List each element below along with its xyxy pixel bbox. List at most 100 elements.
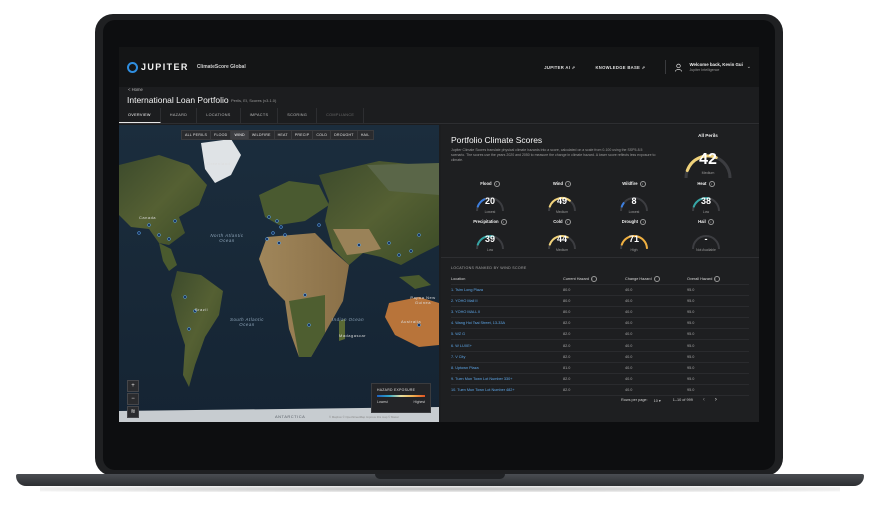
peril-filter-hail[interactable]: HAIL <box>358 131 373 139</box>
peril-score-flood[interactable]: Flood i 20 Lowest <box>455 181 525 217</box>
location-link[interactable]: 5. WZ G <box>451 332 563 336</box>
chevron-down-icon[interactable]: ⌄ <box>747 64 751 70</box>
table-row[interactable]: 4. Wang Hoi Tsai Street, 13-33A 82.0 40.0 9… <box>451 318 749 330</box>
overall-hazard-cell: 95.0 <box>687 321 695 326</box>
overall-hazard-cell: 95.0 <box>687 299 695 304</box>
peril-score-drought[interactable]: Drought i 71 High <box>599 219 669 255</box>
tab-hazard[interactable]: HAZARD <box>161 108 198 123</box>
location-link[interactable]: 9. Tuen Mun Town Lot Number 330+ <box>451 377 563 381</box>
location-link[interactable]: 4. Wang Hoi Tsai Street, 13-33A <box>451 321 563 325</box>
peril-score-value: 44 <box>556 234 567 244</box>
peril-score-cold[interactable]: Cold i 44 Medium <box>527 219 597 255</box>
table-row[interactable]: 1. Tsim Long Plaza 80.0 40.0 95.0 <box>451 285 749 297</box>
peril-filter-all[interactable]: ALL PERILS <box>182 131 212 139</box>
rows-per-page-select[interactable]: 10 ▾ <box>654 398 661 403</box>
overall-hazard-cell: 95.0 <box>687 332 695 337</box>
location-link[interactable]: 3. YOHO MALL II <box>451 310 563 314</box>
legend-title: HAZARD EXPOSURE <box>377 388 416 392</box>
header-location[interactable]: Location <box>451 277 563 281</box>
change-hazard-cell: 40.0 <box>625 365 633 370</box>
peril-score-value: 8 <box>631 196 637 206</box>
location-link[interactable]: 1. Tsim Long Plaza <box>451 288 563 292</box>
peril-score-label: Wind i <box>527 181 597 187</box>
peril-filter-heat[interactable]: HEAT <box>275 131 292 139</box>
peril-filter-wildfire[interactable]: WILDFIRE <box>249 131 275 139</box>
peril-filter-drought[interactable]: DROUGHT <box>331 131 358 139</box>
layers-button[interactable]: ≋ <box>127 406 139 418</box>
location-link[interactable]: 6. W LUXE+ <box>451 344 563 348</box>
peril-score-wildfire[interactable]: Wildfire i 8 Lowest <box>599 181 669 217</box>
map-label-brazil: Brazil <box>195 307 209 312</box>
back-link[interactable]: < Home <box>128 87 143 92</box>
peril-score-heat[interactable]: Heat i 38 Low <box>671 181 741 217</box>
table-row[interactable]: 10. Tuen Mun Town Lot Number 482+ 82.0 40.… <box>451 385 749 396</box>
peril-filter-wind[interactable]: WIND <box>231 131 249 139</box>
table-row[interactable]: 8. Uptown Plaza 81.0 40.0 95.0 <box>451 363 749 374</box>
next-page-button[interactable]: › <box>715 397 717 403</box>
world-map[interactable]: ALL PERILS FLOOD WIND WILDFIRE HEAT PREC… <box>119 125 439 422</box>
peril-score-category: Low <box>702 210 710 214</box>
peril-score-label: Drought i <box>599 219 669 225</box>
hazard-legend: HAZARD EXPOSURE Lowest Highest <box>371 383 431 413</box>
peril-score-precipitation[interactable]: Precipitation i 39 Low <box>455 219 525 255</box>
tab-locations[interactable]: LOCATIONS <box>197 108 241 123</box>
tab-impacts[interactable]: IMPACTS <box>241 108 279 123</box>
info-icon: i <box>708 181 715 187</box>
user-menu[interactable]: Welcome back, Kevin Gui Jupiter Intellig… <box>689 62 742 72</box>
tab-overview[interactable]: OVERVIEW <box>119 108 161 123</box>
peril-filter-flood[interactable]: FLOOD <box>211 131 232 139</box>
location-link[interactable]: 10. Tuen Mun Town Lot Number 482+ <box>451 388 563 392</box>
header-change-hazard[interactable]: Change Hazard i <box>625 276 687 282</box>
table-row[interactable]: 7. V City 82.0 40.0 95.0 <box>451 352 749 363</box>
peril-score-category: Lowest <box>484 210 496 214</box>
table-row[interactable]: 9. Tuen Mun Town Lot Number 330+ 82.0 40.0… <box>451 374 749 385</box>
header-current-hazard[interactable]: Current Hazard i <box>563 276 625 282</box>
location-link[interactable]: 2. YOHO Mall II <box>451 299 563 303</box>
table-header: Location Current Hazard i Change Hazard … <box>451 274 749 285</box>
peril-gauge: - Not Available <box>671 227 741 255</box>
nav-jupiter-ai[interactable]: JUPITER AI ⇗ <box>544 65 575 70</box>
peril-score-value: 49 <box>556 196 567 206</box>
caret-down-icon: ▾ <box>658 398 661 403</box>
peril-score-label: Heat i <box>671 181 741 187</box>
overall-hazard-cell: 95.0 <box>687 288 695 293</box>
prev-page-button[interactable]: ‹ <box>703 397 705 403</box>
peril-filter-cold[interactable]: COLD <box>313 131 332 139</box>
jupiter-logo[interactable]: JUPITER <box>127 61 189 73</box>
info-icon: i <box>640 219 647 225</box>
change-hazard-cell: 40.0 <box>625 376 633 381</box>
peril-gauge: 20 Lowest <box>455 189 525 217</box>
location-link[interactable]: 7. V City <box>451 355 563 359</box>
header-overall-hazard[interactable]: Overall Hazard i <box>687 276 749 282</box>
location-link[interactable]: 8. Uptown Plaza <box>451 366 563 370</box>
info-icon: i <box>714 276 721 282</box>
map-attribution[interactable]: © Mapbox © OpenStreetMap Improve this ma… <box>329 415 399 419</box>
peril-score-wind[interactable]: Wind i 49 Medium <box>527 181 597 217</box>
map-label-papua: Papua New Guinea <box>410 295 436 305</box>
tab-bar: OVERVIEW HAZARD LOCATIONS IMPACTS SCORIN… <box>119 108 759 124</box>
peril-gauge: 44 Medium <box>527 227 597 255</box>
info-icon: i <box>493 181 500 187</box>
peril-score-value: 39 <box>484 234 495 244</box>
peril-score-hail[interactable]: Hail i - Not Available <box>671 219 741 255</box>
table-row[interactable]: 6. W LUXE+ 82.0 40.0 95.0 <box>451 340 749 352</box>
map-canvas <box>119 125 439 422</box>
overall-hazard-cell: 95.0 <box>687 376 695 381</box>
peril-score-label: Hail i <box>671 219 741 225</box>
peril-filter-precip[interactable]: PRECIP <box>292 131 314 139</box>
overall-hazard-cell: 95.0 <box>687 310 695 315</box>
user-icon[interactable] <box>674 63 683 72</box>
map-label-antarctica: ANTARCTICA <box>275 414 306 419</box>
current-hazard-cell: 82.0 <box>563 332 571 337</box>
zoom-in-button[interactable]: + <box>127 380 139 392</box>
nav-knowledge-base[interactable]: KNOWLEDGE BASE ⇗ <box>595 65 645 70</box>
table-row[interactable]: 5. WZ G 82.0 40.0 95.0 <box>451 329 749 341</box>
peril-score-label: Cold i <box>527 219 597 225</box>
laptop-shadow <box>40 486 840 492</box>
peril-score-category: Lowest <box>628 210 640 214</box>
zoom-out-button[interactable]: − <box>127 393 139 405</box>
table-row[interactable]: 2. YOHO Mall II 80.0 40.0 95.0 <box>451 296 749 308</box>
table-row[interactable]: 3. YOHO MALL II 80.0 40.0 95.0 <box>451 307 749 319</box>
tab-scoring[interactable]: SCORING <box>278 108 318 123</box>
all-perils-score: All Perils 42 Medium <box>673 133 743 182</box>
